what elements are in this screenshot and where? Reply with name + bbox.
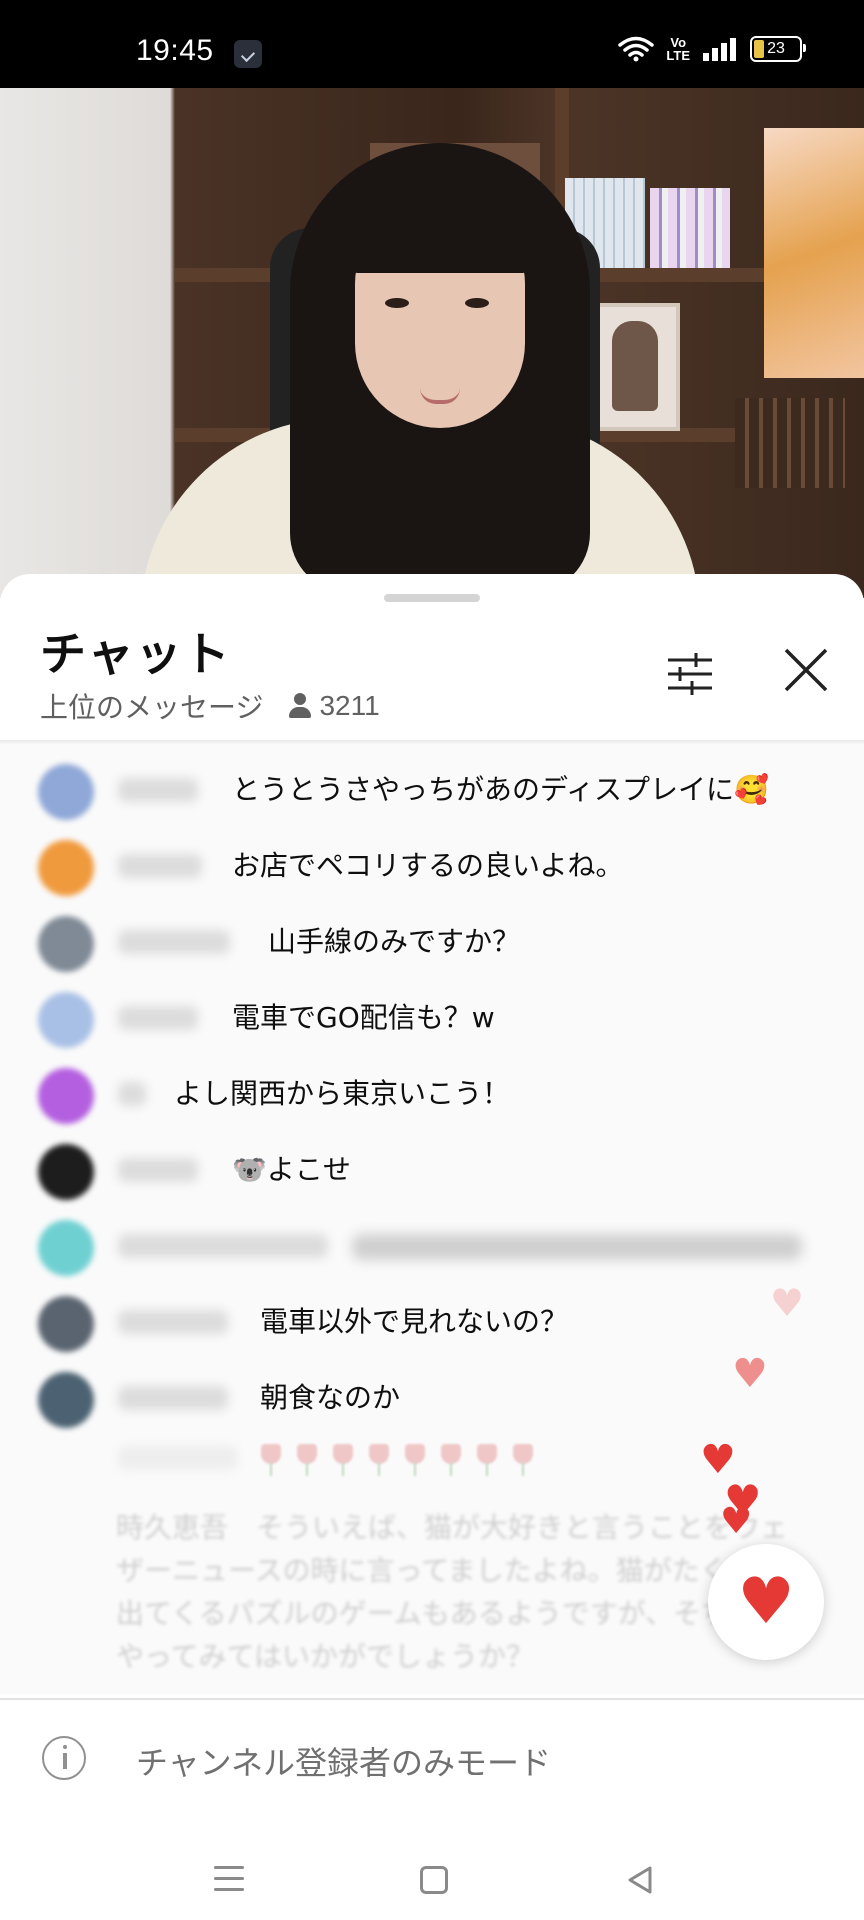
status-bar: 19:45 Vo LTE 23 [0,0,864,88]
chat-message[interactable] [0,1210,864,1280]
back-icon[interactable] [624,1864,656,1896]
faded-message: 時久恵吾 そういえば、猫が大好きと言うことをウェザーニュースの時に言ってましたよ… [116,1511,789,1673]
tulip-icon [402,1444,428,1476]
heart-icon: ♥ [700,1437,736,1483]
tulip-icon [474,1444,500,1476]
author-name [118,1386,228,1410]
blurred-message [352,1234,802,1260]
message-text: 🐨よこせ [232,1153,351,1186]
author-name [118,778,198,802]
person-icon [287,693,313,719]
portrait-picture [590,303,680,431]
chat-message[interactable]: とうとうさやっちがあのディスプレイに🥰 [0,754,864,824]
person-eye [385,298,409,308]
tulip-icon [330,1444,356,1476]
heart-icon: ♥ [737,1565,795,1639]
volte-bottom: LTE [666,48,690,63]
author-name [118,1310,228,1334]
message-text: 電車でGO配信も？w [232,1001,495,1034]
book-row [650,188,730,268]
notification-app-icon [234,40,262,68]
message-text: 朝食なのか [260,1381,401,1414]
author-name [118,930,230,954]
avatar [38,916,94,972]
system-nav-bar [0,1820,864,1920]
chat-title: チャット [40,627,232,681]
tulip-icon [366,1444,392,1476]
chat-panel: チャット 上位のメッセージ 3211 とうとうさやっちがあのディスプレイに🥰 お… [0,574,864,1920]
author-name [118,1158,198,1182]
message-text: 電車以外で見れないの？ [260,1305,569,1338]
author-name [118,854,202,878]
sliders-icon[interactable] [664,648,716,700]
tulip-icon [294,1444,320,1476]
message-text: 山手線のみですか？ [268,925,521,958]
battery-icon: 23 [750,36,806,62]
drag-handle[interactable] [384,594,480,602]
members-only-notice: チャンネル登録者のみモード [136,1744,552,1782]
avatar [38,1372,94,1428]
menu-icon[interactable] [214,1866,244,1894]
chat-message-list[interactable]: とうとうさやっちがあのディスプレイに🥰 お店でペコリするの良いよね。 山手線のみ… [0,744,864,1694]
faded-author-name [118,1446,238,1470]
message-text: とうとうさやっちがあのディスプレイに🥰 [232,773,769,806]
avatar [38,1144,94,1200]
home-icon[interactable] [420,1866,448,1894]
avatar [38,840,94,896]
heart-icon: ♥ [732,1351,768,1397]
chat-message[interactable]: 山手線のみですか？ [0,906,864,976]
author-name [118,1234,328,1258]
chat-mode-label[interactable]: 上位のメッセージ [40,686,263,726]
tulip-icon [438,1444,464,1476]
heart-icon: ♥ [720,1501,753,1542]
author-name [118,1006,198,1030]
volte-icon: Vo LTE [666,36,690,62]
avatar [38,1068,94,1124]
message-text: お店でペコリするの良いよね。 [232,849,624,882]
chat-subtitle-row: 上位のメッセージ 3211 [40,686,380,726]
info-icon[interactable] [42,1736,86,1780]
status-icons: Vo LTE 23 [618,36,806,62]
video-player[interactable] [0,88,864,598]
poster [764,128,864,378]
author-name [118,1082,146,1106]
chat-message[interactable]: 🐨よこせ [0,1134,864,1204]
book-row [735,398,845,488]
avatar [38,1220,94,1276]
tulip-icon [258,1444,284,1476]
avatar [38,992,94,1048]
wifi-icon [618,36,655,62]
chat-message[interactable]: お店でペコリするの良いよね。 [0,830,864,900]
person-eye [465,298,489,308]
chat-message[interactable]: よし関西から東京いこう！ [0,1058,864,1128]
message-text: よし関西から東京いこう！ [174,1077,511,1110]
chat-message[interactable]: 電車以外で見れないの？ [0,1286,864,1356]
signal-icon [703,38,736,61]
close-icon[interactable] [780,644,832,696]
heart-button[interactable]: ♥ [708,1544,824,1660]
chat-message[interactable]: 電車でGO配信も？w [0,982,864,1052]
viewer-count: 3211 [287,690,380,722]
status-time: 19:45 [136,34,214,67]
sticker-row [258,1444,536,1476]
avatar [38,1296,94,1352]
chat-input-row: チャンネル登録者のみモード [0,1700,864,1820]
tulip-icon [510,1444,536,1476]
battery-level: 23 [767,40,785,57]
viewer-count-value: 3211 [319,690,380,721]
avatar [38,764,94,820]
heart-icon: ♥ [770,1281,805,1325]
